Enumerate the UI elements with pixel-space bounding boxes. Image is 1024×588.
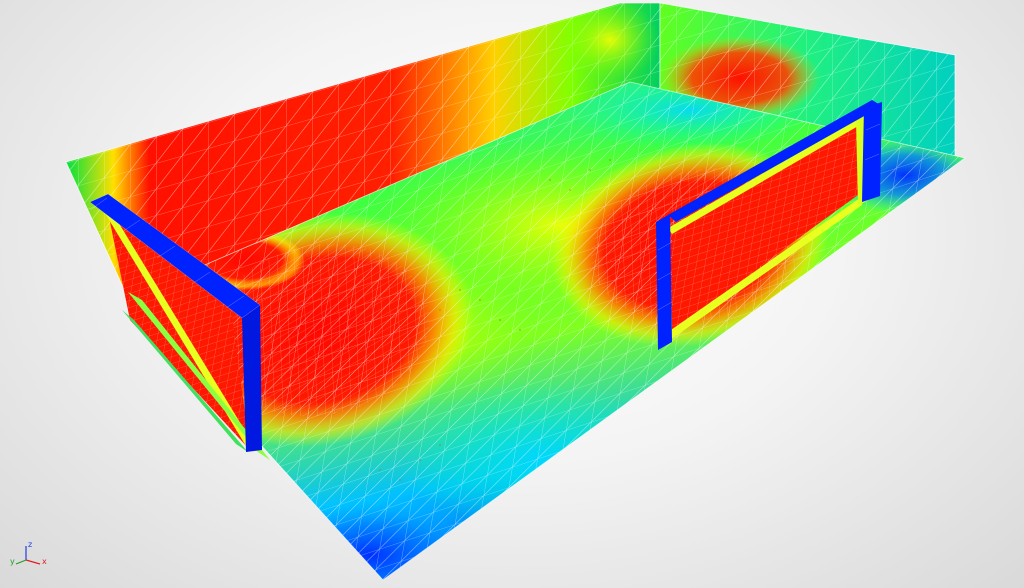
heatmap-room-model[interactable]: [0, 0, 1024, 588]
x-axis-line: [25, 559, 41, 565]
3d-viewport[interactable]: z y x: [0, 0, 1024, 588]
z-axis-label: z: [28, 540, 32, 549]
y-axis-line: [15, 559, 27, 565]
axis-triad-icon: z y x: [10, 540, 47, 566]
y-axis-label: y: [10, 557, 15, 566]
x-axis-label: x: [42, 557, 47, 566]
